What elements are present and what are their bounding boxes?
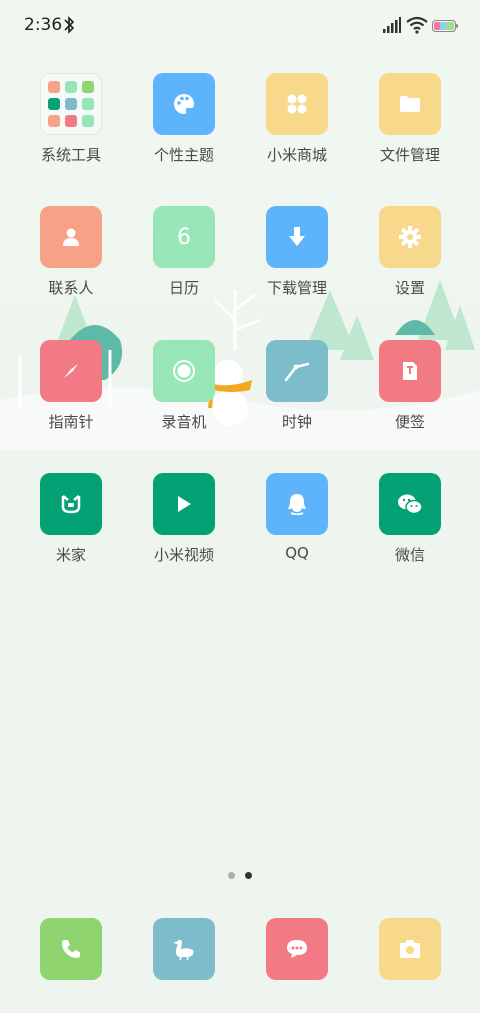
app-label: 录音机 — [161, 413, 207, 431]
app-qq[interactable]: QQ — [242, 473, 352, 583]
app-label: 微信 — [394, 546, 425, 564]
mi-store-icon — [266, 73, 328, 135]
app-clock[interactable]: 时钟 — [242, 340, 352, 450]
page-indicator — [0, 872, 480, 882]
app-label: 日历 — [168, 279, 199, 297]
app-label: 系统工具 — [40, 146, 101, 164]
app-system-tools[interactable]: 系统工具 — [16, 73, 126, 183]
page-dot[interactable] — [228, 872, 235, 879]
clock-icon — [266, 340, 328, 402]
app-label: 个性主题 — [153, 146, 214, 164]
compass-icon — [40, 340, 102, 402]
page-dot-active[interactable] — [245, 872, 252, 879]
wechat-icon — [379, 473, 441, 535]
gear-icon — [379, 206, 441, 268]
app-contacts[interactable]: 联系人 — [16, 206, 126, 316]
app-label: 时钟 — [281, 413, 312, 431]
app-themes[interactable]: 个性主题 — [129, 73, 239, 183]
app-label: 下载管理 — [266, 279, 327, 297]
app-label: 小米商城 — [266, 146, 327, 164]
wifi-icon — [406, 16, 428, 34]
signal-icon — [383, 17, 401, 33]
qq-icon — [266, 473, 328, 535]
app-notes[interactable]: 便签 — [355, 340, 465, 450]
contact-icon — [40, 206, 102, 268]
app-label: 米家 — [55, 546, 86, 564]
goose-icon — [173, 939, 194, 961]
download-icon — [266, 206, 328, 268]
phone-icon — [62, 940, 80, 958]
dock-browser[interactable] — [153, 918, 215, 980]
calendar-day: 6 — [177, 224, 191, 250]
dock-messages[interactable] — [266, 918, 328, 980]
app-recorder[interactable]: 录音机 — [129, 340, 239, 450]
app-label: 设置 — [394, 279, 425, 297]
app-file-manager[interactable]: 文件管理 — [355, 73, 465, 183]
app-compass[interactable]: 指南针 — [16, 340, 126, 450]
app-label: 小米视频 — [153, 546, 214, 564]
status-time: 2:36 — [24, 15, 63, 35]
dock-camera[interactable] — [379, 918, 441, 980]
battery-icon — [432, 20, 458, 32]
app-downloads[interactable]: 下载管理 — [242, 206, 352, 316]
file-folder-icon — [379, 73, 441, 135]
palette-icon — [153, 73, 215, 135]
bluetooth-icon — [64, 16, 75, 34]
app-label: 便签 — [394, 413, 425, 431]
recorder-icon — [153, 340, 215, 402]
notes-icon — [379, 340, 441, 402]
dock-phone[interactable] — [40, 918, 102, 980]
app-label: 联系人 — [48, 279, 94, 297]
app-calendar[interactable]: 6 日历 — [129, 206, 239, 316]
app-label: QQ — [285, 544, 309, 562]
app-mijia[interactable]: 米家 — [16, 473, 126, 583]
status-bar: 2:36 — [0, 0, 480, 52]
message-icon — [287, 940, 307, 958]
app-settings[interactable]: 设置 — [355, 206, 465, 316]
app-mi-store[interactable]: 小米商城 — [242, 73, 352, 183]
folder-icon — [40, 73, 102, 135]
app-wechat[interactable]: 微信 — [355, 473, 465, 583]
calendar-icon: 6 — [153, 206, 215, 268]
mijia-icon — [40, 473, 102, 535]
video-play-icon — [153, 473, 215, 535]
app-label: 文件管理 — [379, 146, 440, 164]
app-label: 指南针 — [48, 413, 94, 431]
camera-icon — [400, 940, 420, 958]
app-mi-video[interactable]: 小米视频 — [129, 473, 239, 583]
